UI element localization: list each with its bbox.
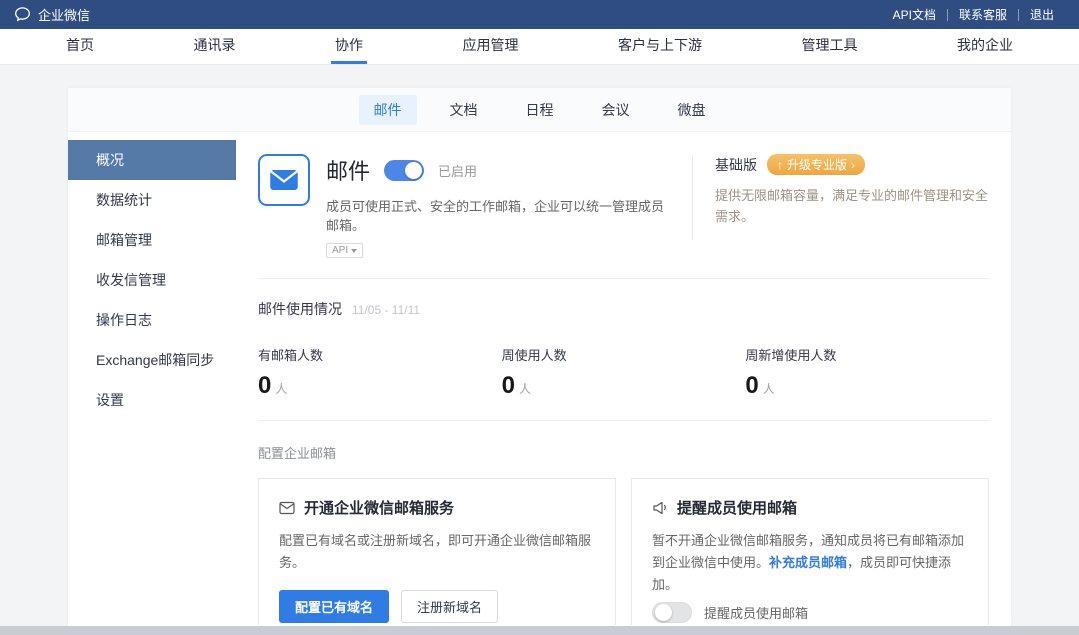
mail-sidebar: 概况 数据统计 邮箱管理 收发信管理 操作日志 Exchange邮箱同步 设置 <box>68 132 236 625</box>
wecom-bubble-icon <box>14 6 31 23</box>
sidebar-item-operation-log[interactable]: 操作日志 <box>68 300 236 340</box>
megaphone-icon <box>652 501 668 515</box>
enabled-status-label: 已启用 <box>438 161 477 180</box>
remind-members-card: 提醒成员使用邮箱 暂不开通企业微信邮箱服务，通知成员将已有邮箱添加到企业微信中使… <box>631 478 989 625</box>
toggle-knob <box>405 162 422 179</box>
config-title: 配置企业邮箱 <box>258 443 989 462</box>
api-badge-label: API <box>332 245 348 256</box>
brand[interactable]: 企业微信 <box>14 5 90 24</box>
section-divider <box>258 420 989 421</box>
card-description: 暂不开通企业微信邮箱服务，通知成员将已有邮箱添加到企业微信中使用。补充成员邮箱，… <box>652 530 968 596</box>
usage-title: 邮件使用情况 <box>258 299 342 319</box>
vertical-divider <box>692 156 693 240</box>
sidebar-item-exchange-sync[interactable]: Exchange邮箱同步 <box>68 340 236 380</box>
envelope-outline-icon <box>279 501 295 515</box>
sidebar-item-statistics[interactable]: 数据统计 <box>68 180 236 220</box>
mail-app-icon <box>258 154 310 206</box>
stat-weekly-users: 周使用人数 0 人 <box>502 345 746 400</box>
upgrade-pro-button[interactable]: ↑ 升级专业版 › <box>767 154 865 175</box>
app-info: 邮件 已启用 成员可使用正式、安全的工作邮箱，企业可以统一管理成员邮箱。 API <box>326 154 674 258</box>
tab-docs[interactable]: 文档 <box>435 95 493 125</box>
add-member-mailbox-link[interactable]: 补充成员邮箱 <box>769 555 847 570</box>
card-description: 配置已有域名或注册新域名，即可开通企业微信邮箱服务。 <box>279 530 595 574</box>
app-description: 成员可使用正式、安全的工作邮箱，企业可以统一管理成员邮箱。 <box>326 196 674 234</box>
horizontal-scrollbar[interactable] <box>0 626 1079 635</box>
nav-item-my-company[interactable]: 我的企业 <box>953 29 1017 64</box>
top-bar: 企业微信 API文档 联系客服 退出 <box>0 0 1079 29</box>
nav-item-app-management[interactable]: 应用管理 <box>459 29 523 64</box>
sidebar-item-mailbox-management[interactable]: 邮箱管理 <box>68 220 236 260</box>
open-mailbox-service-card: 开通企业微信邮箱服务 配置已有域名或注册新域名，即可开通企业微信邮箱服务。 配置… <box>258 478 616 625</box>
mail-enabled-toggle[interactable] <box>384 160 424 181</box>
nav-item-home[interactable]: 首页 <box>62 29 98 64</box>
card-title: 开通企业微信邮箱服务 <box>304 497 454 518</box>
remind-members-toggle[interactable] <box>652 602 692 623</box>
page-title: 邮件 <box>326 154 370 186</box>
configure-existing-domain-button[interactable]: 配置已有域名 <box>279 590 389 623</box>
stat-mailbox-count: 有邮箱人数 0 人 <box>258 345 502 400</box>
envelope-icon <box>269 168 299 192</box>
tab-meeting[interactable]: 会议 <box>587 95 645 125</box>
card-title: 提醒成员使用邮箱 <box>677 497 797 518</box>
config-section: 配置企业邮箱 开通企业微信邮箱服务 配置已有域名或注册新域名，即可开通企业微信邮… <box>258 443 989 625</box>
panel-body: 概况 数据统计 邮箱管理 收发信管理 操作日志 Exchange邮箱同步 设置 <box>68 132 1011 625</box>
usage-section: 邮件使用情况 11/05 - 11/11 有邮箱人数 0 人 <box>258 299 989 400</box>
stat-unit: 人 <box>763 380 775 397</box>
toggle-knob <box>655 604 672 621</box>
stat-unit: 人 <box>519 380 531 397</box>
upgrade-label: 升级专业版 <box>787 156 847 173</box>
usage-date-range: 11/05 - 11/11 <box>352 303 420 317</box>
collaboration-panel: 邮件 文档 日程 会议 微盘 概况 数据统计 邮箱管理 收发信管理 操作日志 E… <box>68 88 1011 626</box>
edition-name: 基础版 <box>715 155 757 175</box>
top-links: API文档 联系客服 退出 <box>882 6 1065 23</box>
mail-overview-content: 邮件 已启用 成员可使用正式、安全的工作邮箱，企业可以统一管理成员邮箱。 API <box>236 132 1011 625</box>
nav-item-contacts[interactable]: 通讯录 <box>190 29 240 64</box>
stat-value: 0 <box>258 372 271 400</box>
upgrade-arrow-icon: ↑ <box>777 158 783 172</box>
api-doc-link[interactable]: API文档 <box>882 6 947 23</box>
collaboration-tabs: 邮件 文档 日程 会议 微盘 <box>68 88 1011 132</box>
tab-calendar[interactable]: 日程 <box>511 95 569 125</box>
edition-description: 提供无限邮箱容量，满足专业的邮件管理和安全需求。 <box>715 185 989 228</box>
app-header: 邮件 已启用 成员可使用正式、安全的工作邮箱，企业可以统一管理成员邮箱。 API <box>258 154 989 258</box>
sidebar-item-overview[interactable]: 概况 <box>68 140 236 180</box>
remind-toggle-label: 提醒成员使用邮箱 <box>704 603 808 622</box>
nav-item-collaboration[interactable]: 协作 <box>331 29 367 64</box>
main-nav: 首页 通讯录 协作 应用管理 客户与上下游 管理工具 我的企业 <box>0 29 1079 65</box>
section-divider <box>258 278 989 279</box>
stat-value: 0 <box>745 372 758 400</box>
page-body: 邮件 文档 日程 会议 微盘 概况 数据统计 邮箱管理 收发信管理 操作日志 E… <box>0 65 1079 635</box>
contact-support-link[interactable]: 联系客服 <box>948 6 1018 23</box>
register-new-domain-button[interactable]: 注册新域名 <box>401 590 498 623</box>
brand-name: 企业微信 <box>38 5 90 24</box>
usage-stats: 有邮箱人数 0 人 周使用人数 0 人 <box>258 345 989 400</box>
nav-item-customers[interactable]: 客户与上下游 <box>614 29 706 64</box>
chevron-down-icon <box>351 249 357 253</box>
tab-mail[interactable]: 邮件 <box>359 95 417 125</box>
wecom-admin-screen: 企业微信 API文档 联系客服 退出 首页 通讯录 协作 应用管理 客户与上下游… <box>0 0 1079 635</box>
sidebar-item-send-receive[interactable]: 收发信管理 <box>68 260 236 300</box>
stat-weekly-new-users: 周新增使用人数 0 人 <box>745 345 989 400</box>
nav-item-admin-tools[interactable]: 管理工具 <box>798 29 862 64</box>
sidebar-item-settings[interactable]: 设置 <box>68 380 236 420</box>
stat-unit: 人 <box>275 380 287 397</box>
logout-link[interactable]: 退出 <box>1019 6 1065 23</box>
chevron-right-icon: › <box>851 158 855 172</box>
api-dropdown-badge[interactable]: API <box>326 243 363 258</box>
tab-drive[interactable]: 微盘 <box>663 95 721 125</box>
edition-block: 基础版 ↑ 升级专业版 › 提供无限邮箱容量，满足专业的邮件管理和安全需求。 <box>715 154 989 258</box>
stat-value: 0 <box>502 372 515 400</box>
